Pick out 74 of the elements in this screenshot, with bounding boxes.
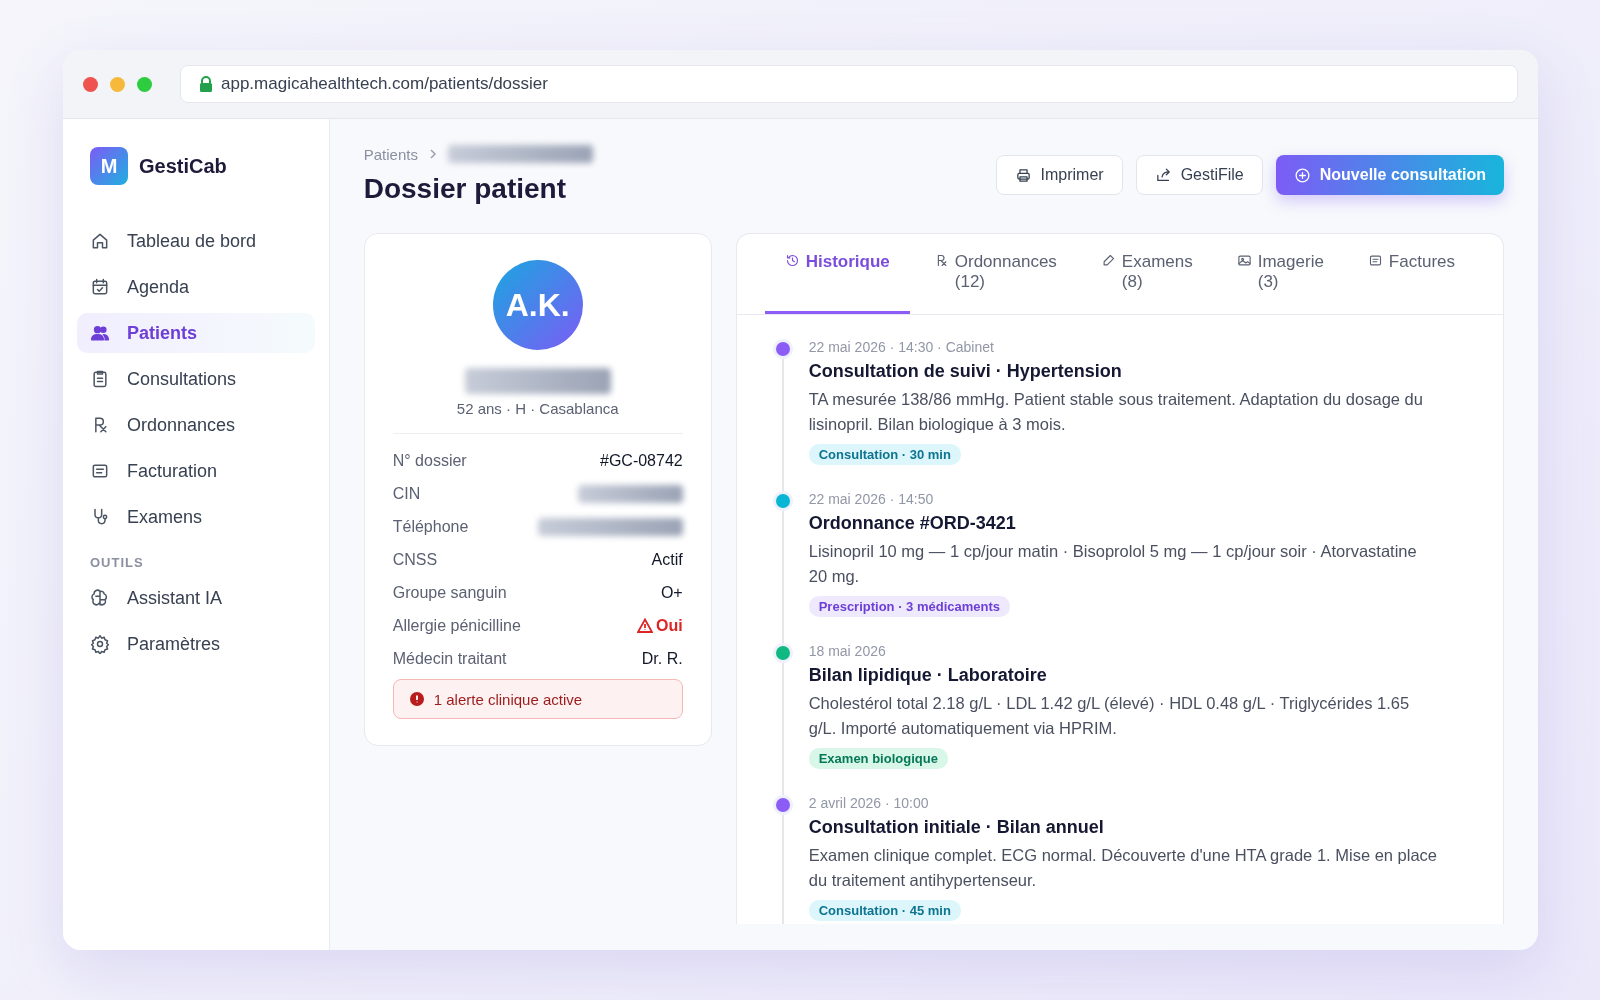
field-label: Allergie pénicilline — [392, 616, 521, 635]
warning-icon — [637, 618, 654, 633]
lock-icon — [199, 76, 213, 92]
event-tag: Examen biologique — [808, 747, 948, 769]
sidebar-item[interactable]: Assistant IA — [77, 578, 315, 618]
plus-circle-icon — [1293, 166, 1311, 184]
receipt-icon — [1367, 253, 1383, 268]
event-tag: Consultation · 45 min — [808, 899, 961, 921]
pencil-icon — [1100, 253, 1116, 268]
minimize-dot[interactable] — [110, 76, 125, 92]
sidebar-item[interactable]: Tableau de bord — [77, 221, 315, 261]
sidebar-item[interactable]: Consultations — [77, 359, 315, 399]
event-meta: 22 mai 2026 · 14:50 — [808, 490, 935, 507]
event-description: Cholestérol total 2.18 g/L · LDL 1.42 g/L (élevé) · HDL 0.48 g/L · Triglycérides 1.65 g/L. Importé automatiquement via HPRIM. — [808, 692, 1411, 739]
tab[interactable]: Examens (8) — [1080, 234, 1213, 314]
patient-summary: 52 ans · H · Casablanca — [456, 400, 619, 417]
close-dot[interactable] — [83, 76, 98, 92]
field-value: Dr. R. — [641, 649, 683, 668]
tab[interactable]: Factures — [1347, 234, 1475, 314]
sidebar-item[interactable]: Facturation — [77, 451, 315, 491]
tab[interactable]: Imagerie (3) — [1216, 234, 1344, 314]
share-icon — [1154, 166, 1172, 184]
avatar: A.K. — [492, 260, 583, 350]
field-label: CIN — [392, 484, 421, 503]
field-label: Médecin traitant — [392, 649, 507, 668]
new-consultation-button[interactable]: Nouvelle consultation — [1275, 155, 1504, 195]
tab[interactable]: Historique — [764, 234, 910, 314]
app-name: GestiCab — [139, 154, 227, 178]
event-tag: Prescription · 3 médicaments — [808, 595, 1011, 617]
event-title: Ordonnance #ORD-3421 — [808, 512, 1017, 534]
image-icon — [1236, 253, 1252, 268]
alert-text: 1 alerte clinique active — [433, 690, 583, 708]
chevron-icon — [427, 149, 438, 159]
logo: M — [90, 147, 128, 185]
brain-icon — [90, 588, 110, 608]
event-title: Consultation de suivi · Hypertension — [808, 360, 1123, 382]
page-title: Dossier patient — [363, 173, 567, 205]
event-title: Bilan lipidique · Laboratoire — [808, 664, 1048, 686]
field-label: CNSS — [392, 550, 438, 569]
event-description: Lisinopril 10 mg — 1 cp/jour matin · Bisoprolol 5 mg — 1 cp/jour soir · Atorvastatine 20 mg. — [808, 540, 1418, 587]
field-value: Oui — [637, 616, 683, 635]
section-title: OUTILS — [89, 555, 145, 570]
home-icon — [90, 231, 110, 251]
calendar-icon — [90, 277, 110, 297]
address-bar[interactable]: app.magicahealthtech.com/patients/dossier — [180, 65, 1518, 103]
sidebar-item[interactable]: Agenda — [77, 267, 315, 307]
field-label: N° dossier — [392, 451, 467, 470]
event-title: Consultation initiale · Bilan annuel — [808, 816, 1105, 838]
sidebar-item[interactable]: Patients — [77, 313, 315, 353]
toolbar-button[interactable]: Imprimer — [995, 155, 1123, 195]
field-value: Actif — [651, 550, 683, 569]
field-value: O+ — [660, 583, 683, 602]
toolbar-button[interactable]: GestiFile — [1135, 155, 1263, 195]
clipboard-icon — [90, 369, 110, 389]
field-label: Téléphone — [392, 517, 469, 536]
event-description: Examen clinique complet. ECG normal. Découverte d'une HTA grade 1. Mise en place du traitement antihypertenseur. — [808, 844, 1439, 891]
history-icon — [784, 253, 800, 268]
sidebar-item[interactable]: Ordonnances — [77, 405, 315, 445]
event-meta: 2 avril 2026 · 10:00 — [808, 794, 930, 811]
alert-icon — [409, 692, 424, 706]
field-value: #GC-08742 — [600, 451, 683, 470]
event-description: TA mesurée 138/86 mmHg. Patient stable sous traitement. Adaptation du dosage du lisinopril. Bilan biologique à 3 mois. — [808, 388, 1424, 435]
sidebar-item[interactable]: Examens — [77, 497, 315, 537]
maximize-dot[interactable] — [137, 76, 152, 92]
settings-icon — [90, 634, 110, 654]
receipt-icon — [90, 461, 110, 481]
event-meta: 22 mai 2026 · 14:30 · Cabinet — [808, 338, 995, 355]
printer-icon — [1014, 166, 1032, 184]
event-meta: 18 mai 2026 — [808, 642, 887, 659]
users-icon — [90, 323, 110, 343]
sidebar-item[interactable]: Paramètres — [77, 624, 315, 664]
field-label: Groupe sanguin — [392, 583, 507, 602]
event-tag: Consultation · 30 min — [808, 443, 961, 465]
tab[interactable]: Ordonnances (12) — [913, 234, 1077, 314]
